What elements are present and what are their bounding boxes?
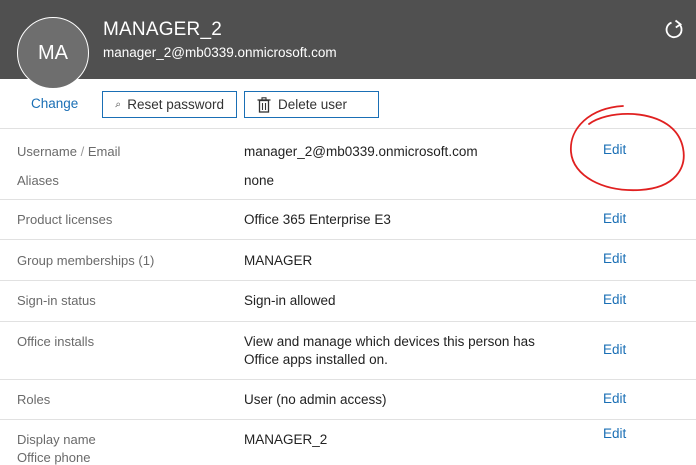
username-row: Username / Email manager_2@mb0339.onmicr… (0, 128, 696, 199)
office-phone-label: Office phone (17, 450, 91, 465)
user-header: MANAGER_2 manager_2@mb0339.onmicrosoft.c… (0, 0, 696, 79)
search-key-icon (115, 102, 120, 107)
product-licenses-row: Product licenses Office 365 Enterprise E… (0, 199, 696, 239)
display-name-label: Display name (17, 432, 96, 447)
office-installs-value-line2: Office apps installed on. (244, 352, 388, 367)
sign-in-status-row: Sign-in status Sign-in allowed Edit (0, 280, 696, 321)
edit-roles-link[interactable]: Edit (603, 391, 626, 406)
edit-group-memberships-link[interactable]: Edit (603, 251, 626, 266)
user-email: manager_2@mb0339.onmicrosoft.com (103, 45, 337, 60)
user-display-name: MANAGER_2 (103, 19, 223, 40)
reset-password-label: Reset password (127, 97, 224, 112)
user-properties-list: Username / Email manager_2@mb0339.onmicr… (0, 128, 696, 465)
display-name-value: MANAGER_2 (244, 432, 328, 447)
avatar: MA (17, 17, 89, 89)
label-separator: / (80, 144, 85, 159)
product-licenses-label: Product licenses (17, 212, 113, 227)
group-memberships-row: Group memberships (1) MANAGER Edit (0, 239, 696, 280)
aliases-value: none (244, 173, 275, 188)
edit-display-name-link[interactable]: Edit (603, 426, 626, 441)
username-value: manager_2@mb0339.onmicrosoft.com (244, 144, 478, 159)
roles-row: Roles User (no admin access) Edit (0, 379, 696, 419)
sign-in-status-value: Sign-in allowed (244, 293, 336, 308)
office-installs-row: Office installs View and manage which de… (0, 321, 696, 379)
refresh-icon[interactable] (662, 18, 686, 42)
delete-user-label: Delete user (278, 97, 348, 112)
edit-product-licenses-link[interactable]: Edit (603, 211, 626, 226)
trash-icon (257, 96, 271, 113)
group-memberships-label: Group memberships (1) (17, 253, 155, 268)
product-licenses-value: Office 365 Enterprise E3 (244, 212, 391, 227)
office-installs-value-line1: View and manage which devices this perso… (244, 334, 535, 349)
change-photo-link[interactable]: Change (31, 96, 78, 111)
email-label: Email (87, 144, 121, 159)
reset-password-button[interactable]: Reset password (102, 91, 237, 118)
display-name-row: Display name MANAGER_2 Edit Office phone (0, 419, 696, 465)
group-memberships-value: MANAGER (244, 253, 313, 268)
username-label: Username (17, 144, 77, 159)
username-email-label: Username / Email (17, 144, 120, 159)
office-installs-label: Office installs (17, 334, 95, 349)
roles-label: Roles (17, 392, 51, 407)
edit-sign-in-status-link[interactable]: Edit (603, 292, 626, 307)
roles-value: User (no admin access) (244, 392, 387, 407)
sign-in-status-label: Sign-in status (17, 293, 96, 308)
office-installs-value: View and manage which devices this perso… (244, 333, 535, 369)
aliases-label: Aliases (17, 173, 59, 188)
delete-user-button[interactable]: Delete user (244, 91, 379, 118)
edit-username-link[interactable]: Edit (603, 142, 626, 157)
edit-office-installs-link[interactable]: Edit (603, 342, 626, 357)
